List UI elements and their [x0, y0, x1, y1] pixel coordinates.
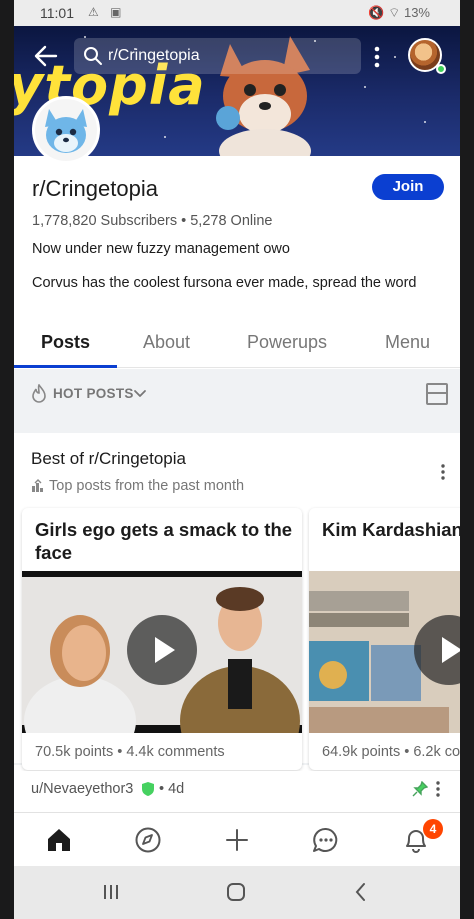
- online-status-dot: [436, 64, 446, 74]
- best-of-subtitle: Top posts from the past month: [49, 478, 245, 494]
- tab-posts[interactable]: Posts: [41, 332, 90, 353]
- video-thumbnail: [309, 571, 460, 733]
- compass-icon[interactable]: [133, 825, 163, 855]
- post-header: u/Nevaeyethor3 • 4d: [14, 771, 460, 813]
- notification-badge: 4: [423, 819, 443, 839]
- post-age: • 4d: [159, 781, 185, 797]
- home-button-icon[interactable]: [225, 881, 247, 903]
- play-button-icon[interactable]: [127, 615, 197, 685]
- subreddit-tabs: Posts About Powerups Menu: [14, 322, 460, 368]
- card-meta: 64.9k points • 6.2k co: [322, 744, 460, 760]
- flame-icon[interactable]: [30, 384, 48, 404]
- status-time: 11:01: [40, 5, 74, 21]
- best-of-title: Best of r/Cringetopia: [31, 449, 186, 468]
- best-of-section: Best of r/Cringetopia Top posts from the…: [14, 433, 460, 770]
- search-bar[interactable]: r/Cringetopia: [74, 38, 361, 74]
- sort-label[interactable]: HOT POSTS: [53, 386, 134, 401]
- subreddit-stats: 1,778,820 Subscribers • 5,278 Online: [32, 213, 273, 229]
- post-kebab-icon[interactable]: [435, 780, 441, 798]
- search-icon: [84, 47, 102, 65]
- card-title: Kim Kardashian's son sees pop-up: [322, 519, 460, 540]
- join-button[interactable]: Join: [372, 174, 444, 200]
- battery-percent: 13%: [403, 5, 430, 20]
- status-battery: 🔇 ⌔ 13%: [368, 5, 430, 20]
- pin-icon: [412, 781, 428, 797]
- trending-icon: [32, 479, 43, 492]
- video-thumbnail: [22, 571, 302, 733]
- post-feed: Best of r/Cringetopia Top posts from the…: [14, 419, 460, 770]
- chat-icon[interactable]: [311, 825, 341, 855]
- subreddit-description-line-1: Now under new fuzzy management owo: [32, 241, 290, 257]
- search-query-text: r/Cringetopia: [108, 47, 200, 64]
- kebab-menu-icon[interactable]: [369, 44, 385, 70]
- back-button-icon[interactable]: [350, 881, 372, 903]
- bottom-navigation: 4: [14, 812, 460, 866]
- back-arrow-icon[interactable]: [32, 42, 60, 70]
- android-navigation-bar: [14, 866, 460, 919]
- subreddit-description-line-2: Corvus has the coolest fursona ever made…: [32, 275, 417, 291]
- card-layout-icon[interactable]: [426, 383, 448, 405]
- tab-about[interactable]: About: [143, 332, 190, 353]
- status-notification-icons: ⚠ ▣: [88, 5, 126, 19]
- subreddit-wolf-icon: [45, 109, 87, 153]
- recent-apps-icon[interactable]: [100, 881, 122, 903]
- sort-bar: HOT POSTS: [14, 369, 460, 419]
- home-icon[interactable]: [44, 825, 74, 855]
- best-of-card[interactable]: Kim Kardashian's son sees pop-up 64.9k p…: [309, 508, 460, 770]
- moderator-shield-icon: [142, 782, 154, 796]
- tab-powerups[interactable]: Powerups: [247, 332, 327, 353]
- post-author[interactable]: u/Nevaeyethor3: [31, 781, 133, 797]
- card-meta: 70.5k points • 4.4k comments: [35, 744, 225, 760]
- card-title: Girls ego gets a smack to the face: [35, 519, 293, 563]
- best-of-card[interactable]: Girls ego gets a smack to the face 70.5k…: [22, 508, 302, 770]
- plus-icon[interactable]: [222, 825, 252, 855]
- status-bar: 11:01 ⚠ ▣ 🔇 ⌔ 13%: [14, 0, 460, 26]
- best-of-kebab-icon[interactable]: [440, 463, 446, 481]
- reddit-app-screen: 11:01 ⚠ ▣ 🔇 ⌔ 13% ytopia r/Cringetopia r…: [14, 0, 460, 919]
- tab-menu[interactable]: Menu: [385, 332, 430, 353]
- subreddit-name: r/Cringetopia: [32, 176, 158, 201]
- active-tab-indicator: [14, 365, 117, 368]
- subreddit-avatar: [32, 96, 100, 164]
- chevron-down-icon[interactable]: [132, 385, 148, 401]
